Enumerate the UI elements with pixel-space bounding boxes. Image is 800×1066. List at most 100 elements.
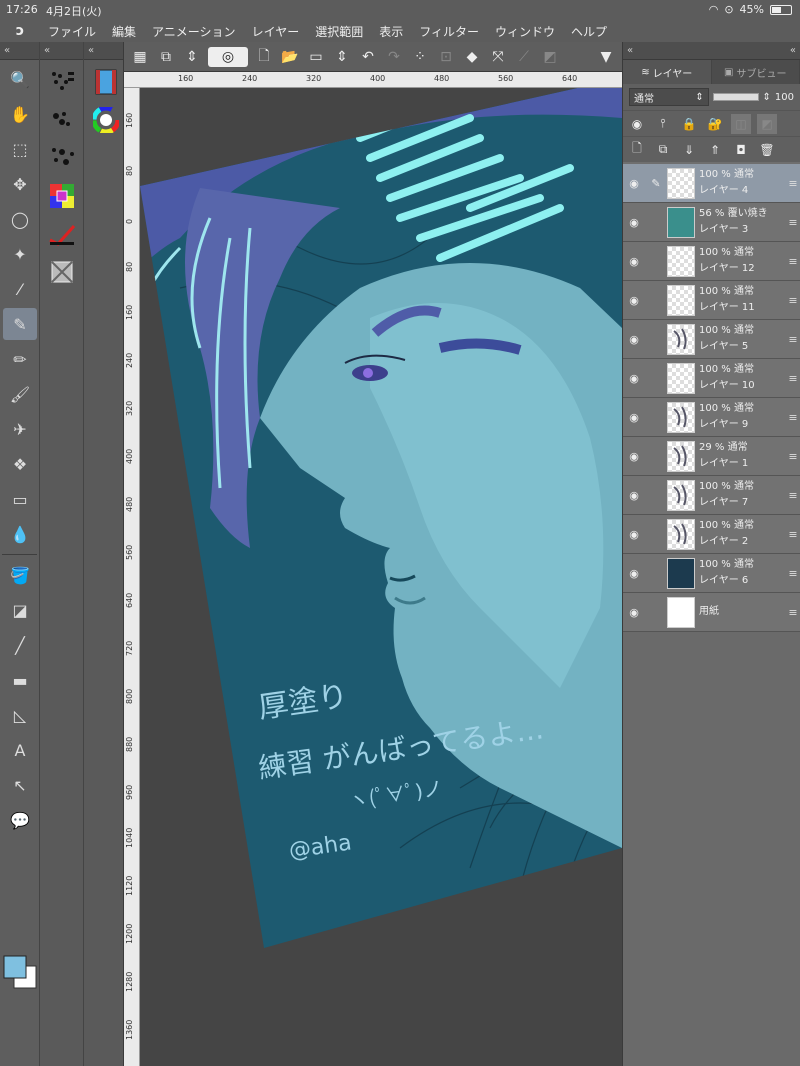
reference-layer-icon[interactable]: ◉ <box>627 114 647 134</box>
pencil-tool-icon[interactable]: ✏ <box>3 343 37 375</box>
opacity-value[interactable]: 100 <box>775 92 794 103</box>
updown-icon[interactable]: ⇕ <box>763 92 771 103</box>
dropdown-icon[interactable]: ▼ <box>596 47 616 67</box>
layer-row[interactable]: ◉ 100 % 通常 レイヤー 12 ≡ <box>623 242 800 281</box>
tab-layer[interactable]: ≋ レイヤー <box>623 60 712 84</box>
color-swatch[interactable] <box>2 954 38 994</box>
opacity-slider[interactable] <box>712 93 759 101</box>
collapse-icon[interactable]: « <box>4 45 10 56</box>
layer-row[interactable]: ◉ 56 % 覆い焼き レイヤー 3 ≡ <box>623 203 800 242</box>
collapse-icon[interactable]: « <box>627 45 633 56</box>
save-icon[interactable]: ▭ <box>306 47 326 67</box>
layer-menu-icon[interactable]: ≡ <box>786 177 800 190</box>
airbrush-tool-icon[interactable]: ✈ <box>3 413 37 445</box>
move-layer-tool-icon[interactable]: ✥ <box>3 168 37 200</box>
layer-row[interactable]: ◉ 100 % 通常 レイヤー 10 ≡ <box>623 359 800 398</box>
decoration-tool-icon[interactable]: ❖ <box>3 448 37 480</box>
lock-transparency-icon[interactable]: 🔐 <box>705 114 725 134</box>
merge-down-icon[interactable]: ⇓ <box>679 140 699 160</box>
artwork[interactable]: 厚塗り 練習 がんばってるよ… ヽ(ﾟ∀ﾟ)ノ @aha <box>140 88 622 1066</box>
menu-view[interactable]: 表示 <box>371 23 411 40</box>
layer-menu-icon[interactable]: ≡ <box>786 528 800 541</box>
stroke-check-icon[interactable] <box>46 218 78 250</box>
layer-row[interactable]: ◉ 29 % 通常 レイヤー 1 ≡ <box>623 437 800 476</box>
fill-tool-icon[interactable]: 🪣 <box>3 559 37 591</box>
menu-window[interactable]: ウィンドウ <box>487 23 563 40</box>
new-file-icon[interactable]: 🗋 <box>254 47 274 67</box>
clear-icon[interactable]: ⊡ <box>436 47 456 67</box>
layer-row[interactable]: ◉ 用紙 ≡ <box>623 593 800 632</box>
lasso-select-tool-icon[interactable]: ◯ <box>3 203 37 235</box>
color-palette-icon[interactable] <box>46 180 78 212</box>
crop-icon[interactable]: ⟋ <box>514 47 534 67</box>
layer-row[interactable]: ◉ 100 % 通常 レイヤー 2 ≡ <box>623 515 800 554</box>
layer-menu-icon[interactable]: ≡ <box>786 489 800 502</box>
pen-subtool-icon[interactable] <box>46 66 78 98</box>
menu-animation[interactable]: アニメーション <box>144 23 244 40</box>
balloon-tool-icon[interactable]: 💬 <box>3 804 37 836</box>
correct-line-tool-icon[interactable]: ↖ <box>3 769 37 801</box>
trash-icon[interactable]: 🗑 <box>757 140 777 160</box>
collapse-icon[interactable]: « <box>44 45 50 56</box>
layer-menu-icon[interactable]: ≡ <box>786 567 800 580</box>
layer-menu-icon[interactable]: ≡ <box>786 372 800 385</box>
blend-mode-select[interactable]: 通常 ⇕ <box>629 88 709 106</box>
color-wheel-icon[interactable] <box>90 104 122 136</box>
open-file-icon[interactable]: 📂 <box>280 47 300 67</box>
hand-tool-icon[interactable]: ✋ <box>3 98 37 130</box>
layer-menu-icon[interactable]: ≡ <box>786 294 800 307</box>
eye-icon[interactable]: ◉ <box>623 294 645 307</box>
grid-menu-icon[interactable]: ▦ <box>130 47 150 67</box>
eye-icon[interactable]: ◉ <box>623 216 645 229</box>
deselect-icon[interactable]: ⁘ <box>410 47 430 67</box>
eye-icon[interactable]: ◉ <box>623 411 645 424</box>
fill-selection-icon[interactable]: ◆ <box>462 47 482 67</box>
layer-row[interactable]: ◉ 100 % 通常 レイヤー 5 ≡ <box>623 320 800 359</box>
airbrush-subtool-icon[interactable] <box>46 104 78 136</box>
app-logo-icon[interactable]: ↄ <box>0 23 40 39</box>
layer-menu-icon[interactable]: ≡ <box>786 255 800 268</box>
eraser-tool-icon[interactable]: ▭ <box>3 483 37 515</box>
animation-timeline-icon[interactable] <box>90 66 122 98</box>
eye-icon[interactable]: ◉ <box>623 489 645 502</box>
ruler-snap-icon[interactable]: ◩ <box>540 47 560 67</box>
layer-row[interactable]: ◉ 100 % 通常 レイヤー 9 ≡ <box>623 398 800 437</box>
zoom-tool-icon[interactable]: 🔍 <box>3 63 37 95</box>
layer-row[interactable]: ◉ 100 % 通常 レイヤー 7 ≡ <box>623 476 800 515</box>
eye-icon[interactable]: ◉ <box>623 177 645 190</box>
eye-icon[interactable]: ◉ <box>623 372 645 385</box>
layer-row[interactable]: ◉ 100 % 通常 レイヤー 6 ≡ <box>623 554 800 593</box>
canvas-area[interactable]: 厚塗り 練習 がんばってるよ… ヽ(ﾟ∀ﾟ)ノ @aha <box>140 88 622 1066</box>
new-folder-icon[interactable]: ⧉ <box>653 140 673 160</box>
pen-tool-icon[interactable]: ✎ <box>3 308 37 340</box>
menu-help[interactable]: ヘルプ <box>563 23 615 40</box>
new-raster-layer-icon[interactable]: 🗋 <box>627 140 647 160</box>
spiral-icon[interactable]: ◎ <box>208 46 248 67</box>
layer-menu-icon[interactable]: ≡ <box>786 333 800 346</box>
layer-row[interactable]: ◉ 100 % 通常 レイヤー 11 ≡ <box>623 281 800 320</box>
menu-selection[interactable]: 選択範囲 <box>307 23 371 40</box>
expand-icon[interactable]: « <box>790 45 796 56</box>
mask-icon[interactable]: ◫ <box>731 113 751 134</box>
auto-select-tool-icon[interactable]: ✦ <box>3 238 37 270</box>
clip-layer-icon[interactable]: ⫯ <box>653 114 673 134</box>
eye-icon[interactable]: ◉ <box>623 255 645 268</box>
menu-edit[interactable]: 編集 <box>104 23 144 40</box>
menu-layer[interactable]: レイヤー <box>244 23 308 40</box>
ruler-tool-icon[interactable]: ◺ <box>3 699 37 731</box>
add-mask-icon[interactable]: ◘ <box>731 140 751 160</box>
scroll-arrows-icon[interactable]: ⇕ <box>182 47 202 67</box>
undo-icon[interactable]: ↶ <box>358 47 378 67</box>
frame-tool-icon[interactable]: ▬ <box>3 664 37 696</box>
layer-row[interactable]: ◉ ✎ 100 % 通常 レイヤー 4 ≡ <box>623 164 800 203</box>
redo-icon[interactable]: ↷ <box>384 47 404 67</box>
layer-menu-icon[interactable]: ≡ <box>786 606 800 619</box>
brush-tool-icon[interactable]: 🖌 <box>3 378 37 410</box>
material-subtool-icon[interactable] <box>46 142 78 174</box>
text-tool-icon[interactable]: A <box>3 734 37 766</box>
ruler-link-icon[interactable]: ◩ <box>757 113 777 134</box>
eye-icon[interactable]: ◉ <box>623 450 645 463</box>
collapse-icon[interactable]: « <box>88 45 94 56</box>
eye-icon[interactable]: ◉ <box>623 528 645 541</box>
merge-up-icon[interactable]: ⇑ <box>705 140 725 160</box>
